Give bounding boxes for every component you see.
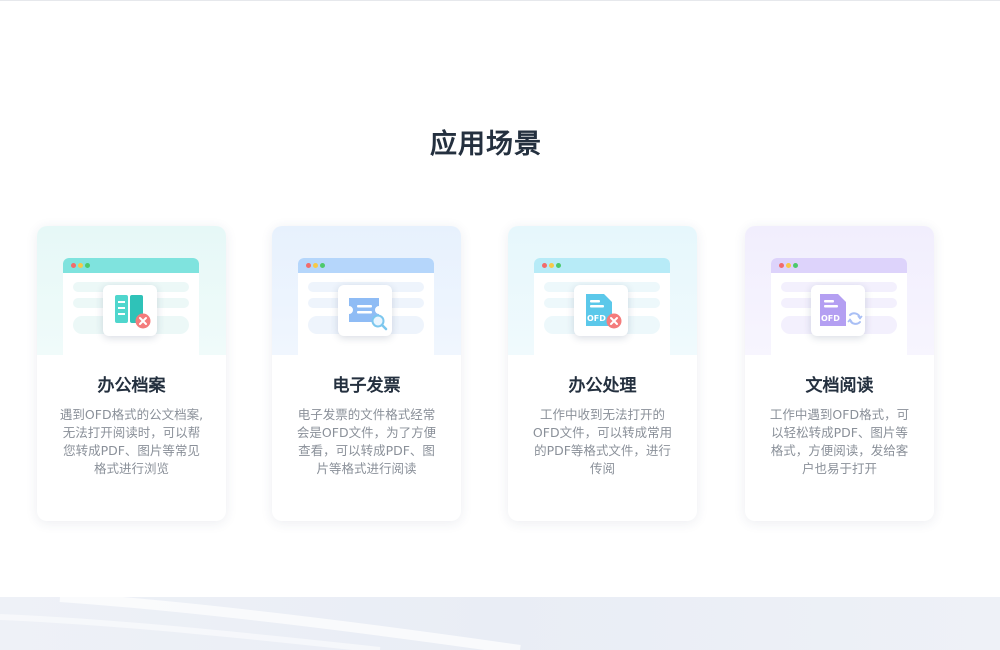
card-illustration <box>272 226 461 358</box>
top-divider <box>0 0 1000 1</box>
card-title: 办公处理 <box>568 376 637 396</box>
svg-text:OFD: OFD <box>821 314 840 323</box>
scenario-card-archive: 办公档案 遇到OFD格式的公文档案, 无法打开阅读时，可以帮 您转成PDF、图片… <box>37 226 226 521</box>
window-mockup: OFD <box>534 258 670 358</box>
window-mockup <box>298 258 434 358</box>
card-title: 文档阅读 <box>805 376 874 396</box>
svg-text:OFD: OFD <box>587 314 606 323</box>
window-mockup: OFD <box>771 258 907 358</box>
card-illustration: OFD <box>745 226 934 358</box>
ofd-error-icon: OFD <box>574 285 628 336</box>
footer-background-band <box>0 597 1000 650</box>
scenario-card-reading: OFD 文档阅读 工作中遇到OFD格式，可以轻松转成PDF、图片等格式，方便阅读… <box>745 226 934 521</box>
card-description: 工作中收到无法打开的OFD文件，可以转成常用的PDF等格式文件，进行传阅 <box>532 407 673 476</box>
card-description: 电子发票的文件格式经常会是OFD文件，为了方便查看，可以转成PDF、图片等格式进… <box>296 407 437 476</box>
window-mockup <box>63 258 199 358</box>
scenario-card-office: OFD 办公处理 工作中收到无法打开的OFD文件，可以转成常用的PDF等格式文件… <box>508 226 697 521</box>
ofd-convert-icon: OFD <box>811 285 865 336</box>
card-description: 遇到OFD格式的公文档案, 无法打开阅读时，可以帮 您转成PDF、图片等常见 格… <box>59 407 204 476</box>
card-illustration <box>37 226 226 358</box>
section-title: 应用场景 <box>430 129 542 160</box>
invoice-search-icon <box>338 285 392 336</box>
card-title: 电子发票 <box>332 376 401 396</box>
book-error-icon <box>103 285 157 336</box>
card-illustration: OFD <box>508 226 697 358</box>
card-title: 办公档案 <box>97 376 166 396</box>
card-description: 工作中遇到OFD格式，可以轻松转成PDF、图片等格式，方便阅读，发给客户也易于打… <box>769 407 910 476</box>
scenario-card-invoice: 电子发票 电子发票的文件格式经常会是OFD文件，为了方便查看，可以转成PDF、图… <box>272 226 461 521</box>
